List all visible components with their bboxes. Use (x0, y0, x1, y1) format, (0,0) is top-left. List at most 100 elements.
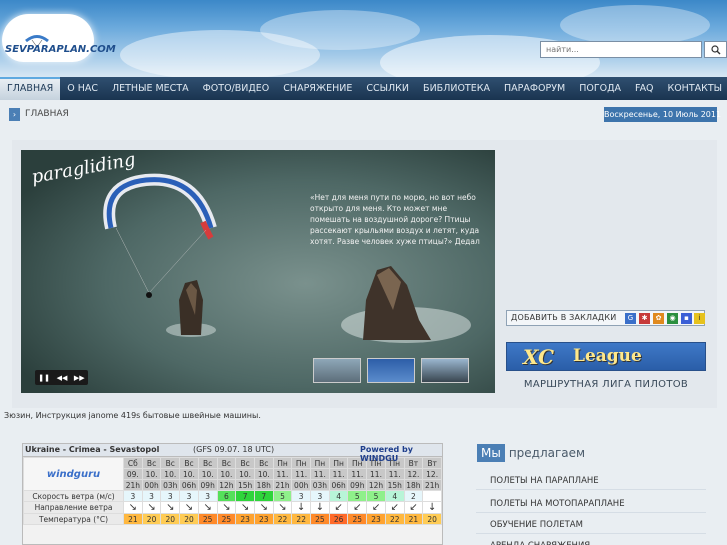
windguru-day-cell: Вс (197, 457, 218, 469)
windguru-data-row: Температура (°C) 21 20 20 20 25 25 23 23 22 22 25 26… (23, 513, 442, 525)
nav-item-faq[interactable]: FAQ (628, 77, 660, 100)
xc-league-banner[interactable]: XC League (506, 342, 706, 371)
pause-icon[interactable]: ❚❚ (38, 374, 50, 382)
windguru-value-cell: 21 (403, 513, 424, 525)
next-icon[interactable]: ▶▶ (74, 374, 85, 382)
xc-league-subtitle[interactable]: МАРШРУТНАЯ ЛИГА ПИЛОТОВ (506, 379, 706, 390)
windguru-row-label: Температура (°C) (23, 513, 125, 525)
windguru-logo-text: windguru (46, 468, 101, 480)
windguru-day-cell: Пн (272, 457, 293, 469)
windguru-value-cell: ↙ (384, 501, 405, 514)
nav-item-links[interactable]: ССЫЛКИ (359, 77, 416, 100)
offer-item[interactable]: ПОЛЕТЫ НА ПАРАПЛАНЕ (476, 472, 706, 490)
nav-item-contacts[interactable]: КОНТАКТЫ (660, 77, 727, 100)
windguru-value-cell: 25 (310, 513, 330, 525)
windguru-value-cell: 3 (197, 490, 218, 502)
nav-item-library[interactable]: БИБЛИОТЕКА (416, 77, 497, 100)
logo-text[interactable]: SEVPARAPLAN.COM (5, 44, 116, 55)
breadcrumb[interactable]: ГЛАВНАЯ (25, 109, 69, 119)
windguru-value-cell: ↘ (197, 501, 218, 514)
windguru-hour-cell: 21h (123, 479, 143, 491)
offer-item[interactable]: ОБУЧЕНИЕ ПОЛЕТАМ (476, 516, 706, 534)
windguru-value-cell: 4 (328, 490, 349, 502)
offers-title-box: Мы (477, 444, 505, 462)
windguru-hour-cell: 12h (216, 479, 237, 491)
windguru-date-cell: 11. (384, 468, 405, 480)
windguru-hour-cell: 12h (366, 479, 386, 491)
offer-item[interactable]: ПОЛЕТЫ НА МОТОПАРАПЛАНЕ (476, 495, 706, 513)
windguru-date-cell: 10. (235, 468, 255, 480)
windguru-logo[interactable]: windguru (23, 457, 125, 491)
windguru-row-label: Направление ветра (23, 501, 125, 514)
windguru-hour-cell: 00h (141, 479, 162, 491)
bookmark-service-icon[interactable]: ◉ (667, 313, 678, 324)
windguru-hour-cell: 06h (179, 479, 199, 491)
bookmark-bar: ДОБАВИТЬ В ЗАКЛАДКИ G ✱ ✿ ◉ ▪ i (506, 310, 705, 326)
windguru-value-cell: 20 (141, 513, 162, 525)
bookmark-service-icon[interactable]: i (694, 313, 705, 324)
windguru-powered[interactable]: Powered by WINDGU (360, 445, 442, 463)
nav-item-home[interactable]: ГЛАВНАЯ (0, 77, 61, 100)
hero-slideshow[interactable]: paragliding (21, 150, 495, 393)
windguru-value-cell: ↓ (291, 501, 312, 514)
windguru-hour-cell: 09h (347, 479, 368, 491)
windguru-value-cell: 20 (160, 513, 181, 525)
windguru-date-cell: 10. (253, 468, 274, 480)
windguru-date-cell: 10. (141, 468, 162, 480)
slide-thumbnail[interactable] (313, 358, 361, 383)
slide-thumbnail[interactable] (421, 358, 469, 383)
windguru-value-cell: 23 (235, 513, 255, 525)
previous-icon[interactable]: ◀◀ (57, 374, 68, 382)
nav-item-about[interactable]: О НАС (60, 77, 105, 100)
breadcrumb-arrow-icon: › (9, 108, 20, 121)
windguru-value-cell: 5 (366, 490, 386, 502)
nav-item-flying-sites[interactable]: ЛЕТНЫЕ МЕСТА (105, 77, 196, 100)
nav-item-forum[interactable]: ПАРАФОРУМ (497, 77, 572, 100)
windguru-model: (GFS 09.07. 18 UTC) (193, 445, 275, 454)
windguru-value-cell: 26 (328, 513, 349, 525)
windguru-date-cell: 11. (310, 468, 330, 480)
nav-item-equipment[interactable]: СНАРЯЖЕНИЕ (276, 77, 359, 100)
windguru-date-cell: 09. (123, 468, 143, 480)
windguru-value-cell: ↘ (123, 501, 143, 514)
windguru-value-cell: 3 (291, 490, 312, 502)
nav-item-photo-video[interactable]: ФОТО/ВИДЕО (196, 77, 277, 100)
footer-notice: Зюзин, Инструкция janome 419s бытовые шв… (4, 411, 261, 420)
windguru-value-cell: ↘ (216, 501, 237, 514)
search-input[interactable] (540, 41, 702, 58)
windguru-header: Ukraine - Crimea - Sevastopol (GFS 09.07… (23, 444, 442, 463)
windguru-widget[interactable]: Ukraine - Crimea - Sevastopol (GFS 09.07… (22, 443, 443, 545)
windguru-day-cell: Вс (235, 457, 255, 469)
windguru-hour-cell: 15h (235, 479, 255, 491)
cloud-decoration (260, 10, 420, 50)
slide-thumbnail[interactable] (367, 358, 415, 383)
windguru-value-cell: 22 (384, 513, 405, 525)
windguru-value-cell: 3 (179, 490, 199, 502)
nav-item-weather[interactable]: ПОГОДА (572, 77, 628, 100)
windguru-date-cell: 11. (328, 468, 349, 480)
windguru-date-cell: 10. (160, 468, 181, 480)
bookmark-service-icon[interactable]: ✿ (653, 313, 664, 324)
windguru-day-cell: Вс (141, 457, 162, 469)
windguru-value-cell: ↘ (235, 501, 255, 514)
windguru-data-row: Направление ветра ↘ ↘ ↘ ↘ ↘ ↘ ↘ ↘ ↘ ↓ ↓ ↙ ↙ ↙ ↙ ↙ ↓ (23, 501, 442, 514)
windguru-day-cell: Вс (160, 457, 181, 469)
offer-item[interactable]: АРЕНДА СНАРЯЖЕНИЯ (476, 537, 706, 545)
windguru-date-cell: 11. (291, 468, 312, 480)
bookmark-service-icon[interactable]: ▪ (681, 313, 692, 324)
windguru-value-cell: 3 (160, 490, 181, 502)
windguru-value-cell (422, 490, 442, 502)
windguru-date-cell: 11. (366, 468, 386, 480)
windguru-value-cell: ↙ (328, 501, 349, 514)
bookmark-service-icon[interactable]: ✱ (639, 313, 650, 324)
search-button[interactable] (704, 41, 727, 58)
windguru-value-cell: ↘ (253, 501, 274, 514)
windguru-value-cell: 4 (384, 490, 405, 502)
hero-image (21, 150, 495, 393)
windguru-value-cell: ↘ (272, 501, 293, 514)
windguru-value-cell: 25 (216, 513, 237, 525)
google-icon[interactable]: G (625, 313, 636, 324)
windguru-value-cell: 7 (253, 490, 274, 502)
windguru-value-cell: 23 (253, 513, 274, 525)
windguru-value-cell: ↘ (141, 501, 162, 514)
